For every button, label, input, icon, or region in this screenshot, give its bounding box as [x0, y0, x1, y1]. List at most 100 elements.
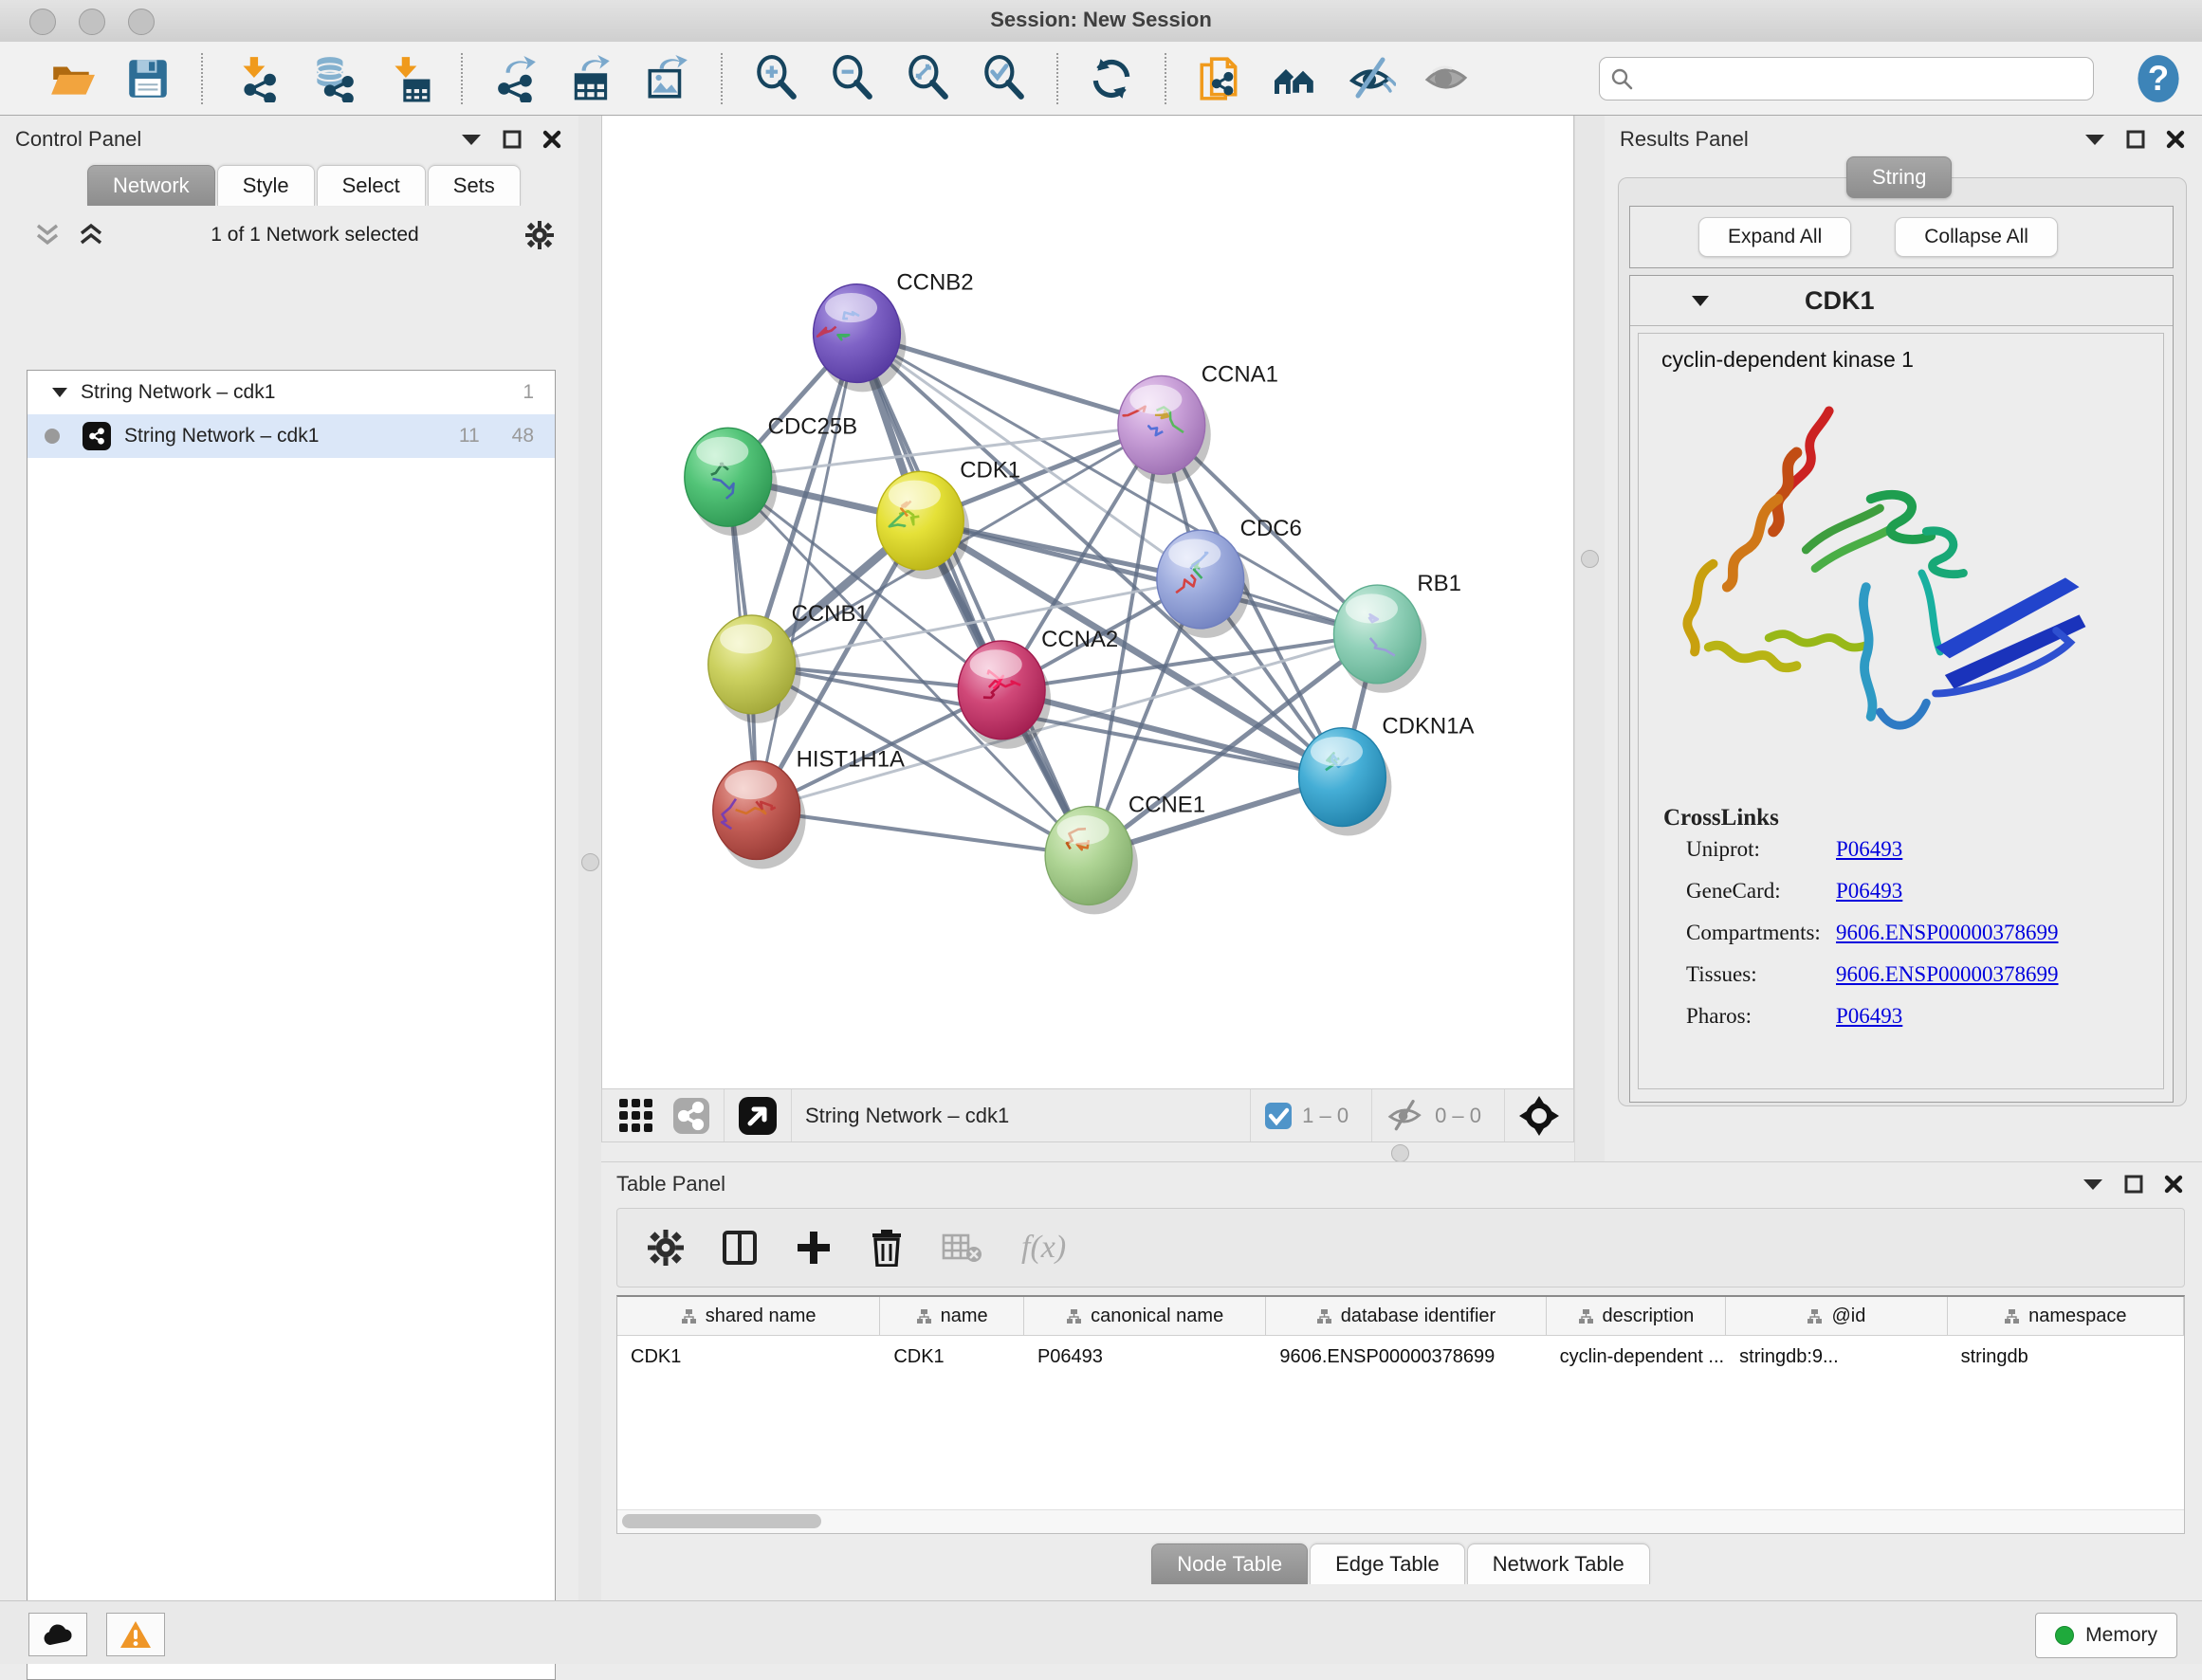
zoom-fit-button[interactable]: [903, 54, 952, 103]
tab-string[interactable]: String: [1846, 156, 1952, 198]
column-header-database-identifier[interactable]: database identifier: [1266, 1297, 1546, 1335]
grid-view-icon[interactable]: [617, 1097, 655, 1135]
string-network-graph[interactable]: CCNB2CCNA1CDC25BCDK1CDC6RB1CCNB1CCNA2CDK…: [602, 116, 1573, 1087]
table-horizontal-scrollbar[interactable]: [617, 1509, 2184, 1533]
help-button[interactable]: ?: [2134, 54, 2183, 103]
network-canvas[interactable]: CCNB2CCNA1CDC25BCDK1CDC6RB1CCNB1CCNA2CDK…: [601, 116, 1574, 1088]
tab-network-table[interactable]: Network Table: [1467, 1543, 1650, 1584]
scrollbar-thumb[interactable]: [622, 1514, 821, 1528]
network-node-CCNB2[interactable]: [814, 284, 907, 393]
table-row[interactable]: CDK1CDK1P064939606.ENSP00000378699cyclin…: [617, 1336, 2184, 1378]
float-icon[interactable]: [2124, 1175, 2143, 1194]
tab-sets[interactable]: Sets: [428, 165, 521, 206]
selected-checkbox-icon[interactable]: [1264, 1102, 1293, 1130]
search-input[interactable]: [1634, 66, 2055, 90]
clone-network-button[interactable]: [1195, 54, 1244, 103]
expand-all-icon[interactable]: [78, 223, 104, 247]
network-node-HIST1H1A[interactable]: [713, 761, 806, 869]
table-cell[interactable]: CDK1: [880, 1336, 1024, 1378]
crosslink-link[interactable]: P06493: [1836, 879, 1902, 904]
export-table-button[interactable]: [567, 54, 616, 103]
left-splitter-handle[interactable]: [581, 853, 599, 871]
table-cell[interactable]: P06493: [1024, 1336, 1266, 1378]
section-collapse-icon[interactable]: [1691, 294, 1710, 307]
table-settings-gear-icon[interactable]: [648, 1230, 684, 1266]
network-node-RB1[interactable]: [1333, 585, 1426, 693]
tab-node-table[interactable]: Node Table: [1151, 1543, 1308, 1584]
network-collection-row[interactable]: String Network – cdk1 1: [28, 371, 555, 414]
gene-section-header[interactable]: CDK1: [1630, 276, 2173, 326]
panel-menu-icon[interactable]: [2083, 1178, 2103, 1191]
crosslink-link[interactable]: P06493: [1836, 1004, 1902, 1029]
network-node-CDC25B[interactable]: [685, 428, 778, 536]
share-gray-icon[interactable]: [672, 1097, 710, 1135]
gear-icon[interactable]: [525, 221, 554, 249]
birdseye-icon[interactable]: [738, 1096, 778, 1136]
hidden-eye-icon[interactable]: [1385, 1100, 1425, 1132]
column-header-name[interactable]: name: [880, 1297, 1024, 1335]
left-splitter[interactable]: [578, 116, 601, 1600]
right-splitter-handle[interactable]: [1581, 550, 1599, 568]
crosshair-icon[interactable]: [1518, 1095, 1560, 1137]
network-node-CCNE1[interactable]: [1045, 807, 1138, 915]
float-icon[interactable]: [2126, 130, 2145, 149]
table-cell[interactable]: stringdb:9...: [1726, 1336, 1947, 1378]
network-row-selected[interactable]: String Network – cdk1 11 48: [28, 414, 555, 458]
export-network-button[interactable]: [491, 54, 541, 103]
import-table-button[interactable]: [383, 54, 432, 103]
horizontal-splitter-handle[interactable]: [1391, 1144, 1409, 1162]
panel-menu-icon[interactable]: [2084, 133, 2105, 146]
close-icon[interactable]: [2164, 1175, 2183, 1194]
crosslink-link[interactable]: 9606.ENSP00000378699: [1836, 921, 2059, 945]
warnings-button[interactable]: [106, 1613, 165, 1656]
right-splitter[interactable]: [1574, 116, 1606, 1161]
crosslink-link[interactable]: 9606.ENSP00000378699: [1836, 962, 2059, 987]
tab-select[interactable]: Select: [317, 165, 426, 206]
column-header-shared-name[interactable]: shared name: [617, 1297, 880, 1335]
open-session-button[interactable]: [47, 54, 97, 103]
memory-label: Memory: [2085, 1624, 2157, 1647]
column-header-description[interactable]: description: [1547, 1297, 1727, 1335]
tree-expand-icon[interactable]: [52, 387, 67, 398]
table-cell[interactable]: 9606.ENSP00000378699: [1266, 1336, 1546, 1378]
export-image-button[interactable]: [643, 54, 692, 103]
tab-edge-table[interactable]: Edge Table: [1310, 1543, 1465, 1584]
tab-network[interactable]: Network: [87, 165, 215, 206]
column-header-namespace[interactable]: namespace: [1948, 1297, 2184, 1335]
column-header-canonical-name[interactable]: canonical name: [1024, 1297, 1266, 1335]
float-icon[interactable]: [503, 130, 522, 149]
search-field[interactable]: [1599, 57, 2094, 100]
zoom-out-button[interactable]: [827, 54, 876, 103]
zoom-in-button[interactable]: [751, 54, 800, 103]
collapse-all-button[interactable]: Collapse All: [1895, 217, 2058, 257]
collapse-all-icon[interactable]: [34, 223, 61, 247]
column-header--id[interactable]: @id: [1726, 1297, 1947, 1335]
memory-button[interactable]: Memory: [2035, 1613, 2177, 1658]
expand-all-button[interactable]: Expand All: [1698, 217, 1851, 257]
show-columns-icon[interactable]: [722, 1230, 758, 1266]
cloud-status-button[interactable]: [28, 1613, 87, 1656]
apply-layout-button[interactable]: [1087, 54, 1136, 103]
hide-selected-button[interactable]: [1347, 54, 1396, 103]
network-node-CDKN1A[interactable]: [1299, 728, 1392, 836]
close-icon[interactable]: [2166, 130, 2185, 149]
crosslink-link[interactable]: P06493: [1836, 837, 1902, 862]
save-session-button[interactable]: [123, 54, 173, 103]
show-all-button[interactable]: [1422, 54, 1472, 103]
table-cell[interactable]: cyclin-dependent ...: [1547, 1336, 1727, 1378]
import-network-file-button[interactable]: [231, 54, 281, 103]
network-node-CCNA1[interactable]: [1118, 375, 1211, 484]
tab-style[interactable]: Style: [217, 165, 315, 206]
table-tabs: Node TableEdge TableNetwork Table: [601, 1543, 2202, 1584]
neighbors-button[interactable]: [1271, 54, 1320, 103]
add-column-icon[interactable]: [796, 1230, 832, 1266]
network-node-CDK1[interactable]: [876, 471, 969, 579]
zoom-selected-button[interactable]: [979, 54, 1028, 103]
table-cell[interactable]: stringdb: [1948, 1336, 2184, 1378]
table-cell[interactable]: CDK1: [617, 1336, 880, 1378]
close-icon[interactable]: [542, 130, 561, 149]
delete-column-icon[interactable]: [870, 1229, 904, 1267]
node-table[interactable]: shared namenamecanonical namedatabase id…: [616, 1295, 2185, 1534]
import-network-database-button[interactable]: [307, 54, 357, 103]
panel-menu-icon[interactable]: [461, 133, 482, 146]
